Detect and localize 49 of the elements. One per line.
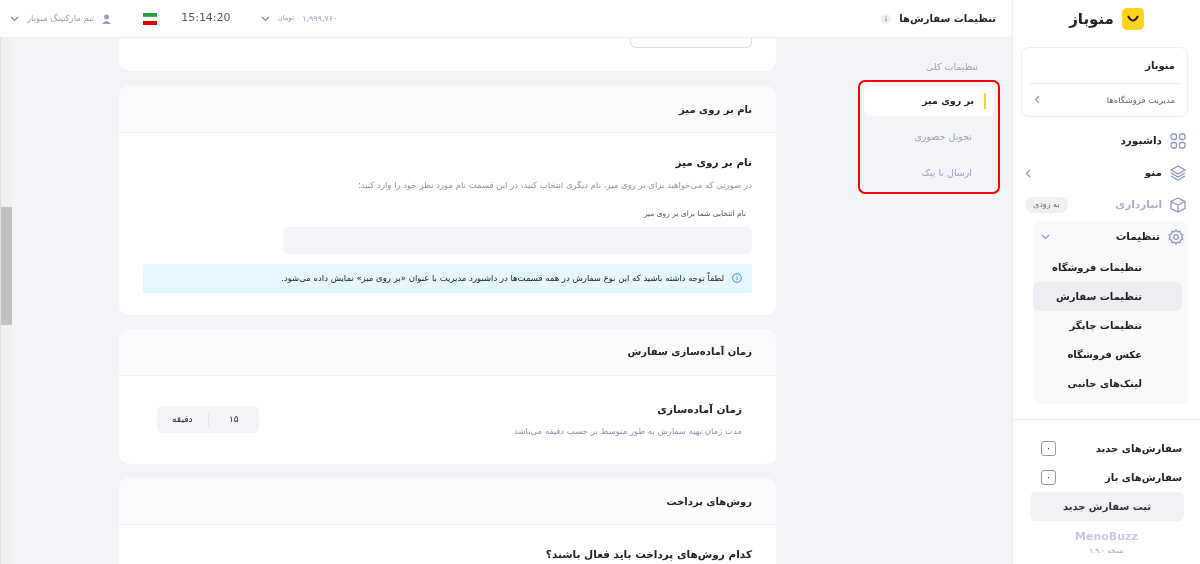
card-title: نام بر روی میز [119, 86, 776, 133]
clock-text: 15:14:20 [181, 10, 231, 27]
brand-text: MenoBuzz [1074, 529, 1139, 545]
input-field[interactable] [630, 38, 752, 48]
card-title: روش‌های پرداخت [119, 478, 776, 525]
count-box: ۰ [1041, 441, 1056, 456]
order-count-label: سفارش‌های باز [1105, 471, 1182, 485]
field-description: مدت زمان تهیه سفارش به طور متوسط بر حسب دقیقه می‌باشد [514, 425, 742, 438]
nav-item[interactable]: داشبورد [1013, 125, 1200, 158]
subnav-heading: تنظیمات کلی [924, 60, 979, 74]
card-title: زمان آماده‌سازی سفارش [119, 328, 776, 376]
user-icon [102, 13, 112, 24]
store-name: منوباز [1030, 47, 1179, 84]
page-title: تنظیمات سفارش‌ها [899, 12, 996, 26]
field-title: زمان آماده‌سازی [656, 401, 742, 418]
nav-subitem[interactable]: تنظیمات سفارش [1033, 282, 1182, 312]
chevron-icon [1034, 95, 1040, 105]
info-note: لطفاً توجه داشته باشید که این نوع سفارش در همه قسمت‌ها در داشبورد مدیریت با عنوان «بر روی میز» نمایش داده می‌شود. [143, 263, 752, 293]
chevron-down-icon [10, 15, 19, 22]
coming-soon-badge: به زودی [1025, 197, 1068, 214]
nav-subitem[interactable]: لینک‌های جانبی [1033, 369, 1182, 399]
subnav-tab[interactable]: بر روی میز [864, 86, 994, 117]
flag-icon [143, 12, 158, 25]
chevron-down-icon [260, 15, 270, 22]
scrollbar[interactable] [0, 38, 12, 564]
logo-icon [1121, 8, 1144, 31]
field-description: در صورتی که می‌خواهید برای بر روی میز، نام دیگری انتخاب کنید، در این قسمت نام مورد نظر خود را وارد کنید: [356, 178, 752, 192]
field-title: نام بر روی میز [674, 155, 752, 171]
logo-text: منوباز [1069, 9, 1114, 30]
count-box: ۰ [1041, 470, 1056, 485]
nav-subitem[interactable]: عکس فروشگاه [1033, 340, 1182, 370]
layers-icon [1170, 165, 1186, 182]
gear-icon [1168, 229, 1184, 246]
order-count-label: سفارش‌های جدید [1095, 442, 1182, 456]
balance-text: ۱,۹۹۹,۷۶۰ [302, 12, 338, 25]
nav-item[interactable]: منو [1013, 157, 1200, 190]
store-management-link[interactable]: مدیریت فروشگاه‌ها [1022, 83, 1187, 117]
nav-subitem[interactable]: تنظیمات فروشگاه [1033, 253, 1182, 283]
number-field[interactable]: ۱۵ دقیقه [157, 406, 259, 434]
nav-item[interactable]: تنظیمات [1033, 221, 1188, 254]
nav-subitem[interactable]: تنظیمات چاپگر [1033, 311, 1182, 341]
info-icon [732, 273, 742, 284]
grid-icon [1170, 133, 1186, 150]
chevron-down-icon [1041, 234, 1050, 241]
info-icon [881, 13, 892, 24]
chevron-icon [1025, 168, 1031, 178]
new-order-button[interactable]: ثبت سفارش جدید [1030, 492, 1184, 521]
box-icon [1170, 197, 1186, 214]
question-text: کدام روش‌های پرداخت باید فعال باشند؟ [544, 547, 752, 563]
